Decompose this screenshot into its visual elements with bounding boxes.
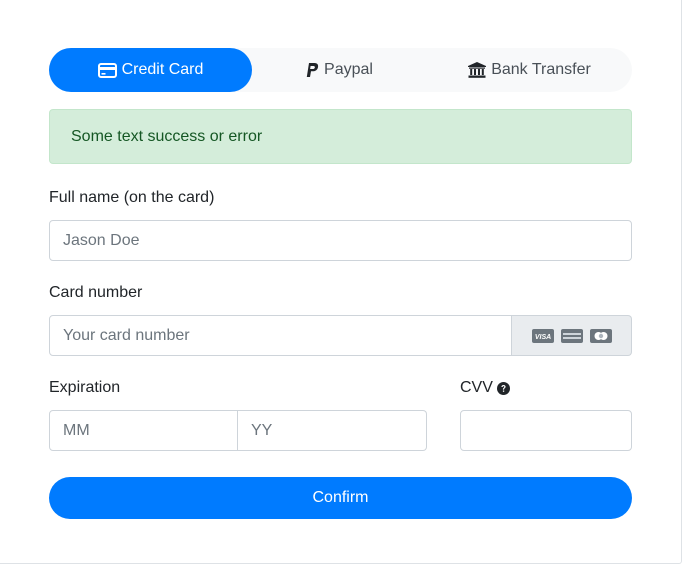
card-brands-addon: VISA	[512, 315, 632, 356]
full-name-label: Full name (on the card)	[49, 189, 215, 206]
alert-text: Some text success or error	[71, 127, 263, 145]
payment-card: Credit Card Paypal Bank Transfer Some te…	[0, 0, 682, 564]
expiration-label: Expiration	[49, 379, 121, 396]
tab-label: Paypal	[324, 61, 373, 78]
card-number-label: Card number	[49, 284, 143, 301]
confirm-button[interactable]: Confirm	[49, 477, 632, 519]
tab-label: Credit Card	[121, 61, 204, 78]
credit-card-icon	[97, 62, 122, 78]
tab-credit-card[interactable]: Credit Card	[49, 48, 252, 92]
paypal-icon	[306, 62, 324, 78]
expiration-column: Expiration	[49, 376, 427, 451]
cvv-label: CVV	[460, 379, 493, 396]
card-number-input[interactable]	[49, 315, 512, 356]
card-number-group: VISA	[49, 315, 632, 356]
expiration-year-input[interactable]	[238, 410, 427, 451]
tab-paypal[interactable]: Paypal	[252, 48, 427, 92]
cvv-input[interactable]	[460, 410, 632, 451]
status-alert: Some text success or error	[49, 109, 632, 164]
expiration-group	[49, 410, 427, 451]
expiration-cvv-row: Expiration CVV	[49, 376, 632, 451]
cvv-column: CVV	[460, 376, 632, 451]
expiration-month-input[interactable]	[49, 410, 238, 451]
visa-icon: VISA	[531, 328, 554, 343]
question-circle-icon[interactable]	[496, 381, 510, 395]
tab-bank-transfer[interactable]: Bank Transfer	[427, 48, 632, 92]
bank-icon	[468, 62, 491, 78]
full-name-input[interactable]	[49, 220, 632, 261]
amex-icon	[560, 328, 583, 343]
payment-form: Credit Card Paypal Bank Transfer Some te…	[49, 48, 632, 519]
payment-method-tabs: Credit Card Paypal Bank Transfer	[49, 48, 632, 92]
tab-label: Bank Transfer	[491, 61, 591, 78]
svg-text:VISA: VISA	[534, 334, 550, 341]
cvv-label-row: CVV	[460, 376, 632, 400]
mastercard-icon	[589, 328, 612, 343]
